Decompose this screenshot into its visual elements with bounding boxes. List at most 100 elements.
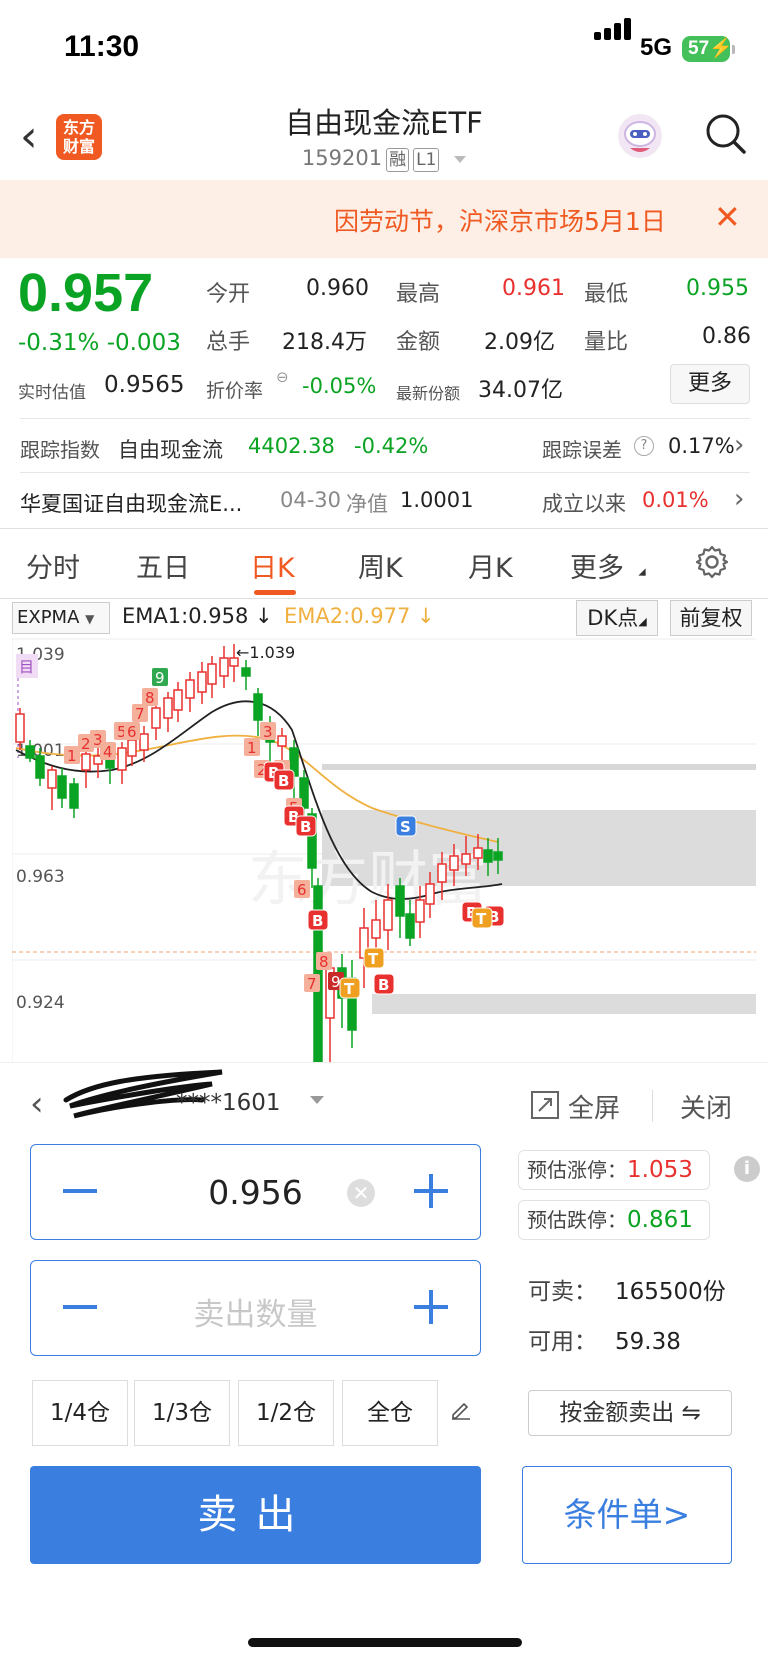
dropdown-icon: ▼ (85, 612, 95, 626)
battery-icon: 57⚡ (682, 36, 735, 62)
open-value: 0.960 (306, 276, 369, 301)
candle-body (139, 733, 149, 751)
account-number[interactable]: ****1601 (176, 1090, 281, 1116)
count-marker-text: 1 (67, 747, 77, 765)
candle-body (219, 657, 229, 677)
more-button[interactable]: 更多 (670, 364, 750, 404)
kline-svg[interactable]: 东方财富 1.039 1.001 0.963 0.924 ←1.039 目 12… (11, 638, 756, 1063)
count-marker-text: 6 (127, 723, 137, 741)
change-value: -0.003 (106, 330, 181, 356)
adjust-button[interactable]: 前复权 (670, 600, 752, 636)
signal-badge-text: B (300, 818, 311, 836)
tab-more-caret-icon (638, 568, 646, 576)
shares-label: 最新份额 (396, 384, 461, 403)
position-third-button[interactable]: 1/3仓 (134, 1380, 230, 1446)
candle-body (25, 745, 35, 759)
count-marker-text: 9 (155, 669, 165, 687)
qty-plus-button-v[interactable] (429, 1290, 433, 1324)
gear-icon[interactable] (694, 544, 730, 584)
clear-icon[interactable]: ✕ (347, 1179, 375, 1207)
available-label: 可用： (528, 1329, 597, 1355)
price-stepper[interactable]: 0.956 ✕ (30, 1144, 481, 1240)
conditional-order-button[interactable]: 条件单> (522, 1466, 732, 1564)
high-label: 最高 (396, 282, 441, 307)
available-row: 可用： 59.38 (528, 1322, 681, 1356)
switch-icon: ⇋ (681, 1400, 701, 1426)
sell-button[interactable]: 卖出 (30, 1466, 481, 1564)
fullscreen-label[interactable]: 全屏 (568, 1088, 620, 1125)
close-panel-button[interactable]: 关闭 (680, 1088, 732, 1125)
indicator-select[interactable]: EXPMA ▼ (12, 602, 110, 634)
position-full-button[interactable]: 全仓 (342, 1380, 438, 1446)
high-value: 0.961 (502, 276, 565, 301)
track-index[interactable]: 自由现金流 (118, 434, 223, 464)
amount-value: 2.09亿 (484, 330, 555, 355)
discount-info-icon[interactable]: ⊖ (276, 368, 289, 386)
candle-body (415, 899, 425, 923)
candle-body (405, 913, 415, 939)
candle-body (47, 769, 57, 789)
notice-close-icon[interactable]: ✕ (714, 198, 741, 236)
divider (20, 472, 750, 473)
quantity-stepper[interactable]: 卖出数量 (30, 1260, 481, 1356)
candle-body (57, 775, 67, 799)
dk-point-button[interactable]: DK点◢ (576, 600, 658, 636)
divider (0, 598, 768, 599)
candle-body (173, 689, 183, 711)
shares-value: 34.07亿 (478, 378, 563, 403)
track-pct: -0.42% (354, 434, 429, 458)
edit-icon[interactable] (450, 1398, 472, 1424)
fullscreen-icon[interactable] (530, 1090, 560, 1124)
fund-nav: 1.0001 (400, 488, 474, 512)
candle-body (15, 713, 25, 743)
candle-body (277, 735, 287, 747)
chevron-right-icon[interactable]: › (734, 484, 744, 514)
tab-five-day[interactable]: 五日 (136, 546, 190, 585)
limit-up-value: 1.053 (627, 1157, 693, 1183)
position-half-button[interactable]: 1/2仓 (238, 1380, 334, 1446)
search-icon[interactable] (704, 112, 748, 160)
price-input[interactable]: 0.956 (31, 1173, 480, 1212)
chevron-right-icon[interactable]: › (734, 430, 744, 460)
ratio-label: 量比 (584, 330, 629, 355)
signal-badge-text: T (476, 910, 487, 928)
fund-nav-label: 净值 (346, 492, 388, 516)
tab-month-k[interactable]: 月K (468, 546, 513, 585)
since-label: 成立以来 (542, 492, 626, 516)
fund-date: 04-30 (280, 488, 342, 512)
count-marker-text: 4 (103, 743, 113, 761)
home-indicator (248, 1638, 522, 1647)
panel-back-button[interactable]: ‹ (30, 1084, 44, 1124)
track-err-label: 跟踪误差 (542, 438, 622, 462)
fund-name[interactable]: 华夏国证自由现金流E... (20, 488, 242, 518)
position-quarter-button[interactable]: 1/4仓 (32, 1380, 128, 1446)
battery-level: 57 (688, 38, 710, 59)
account-dropdown-icon[interactable] (310, 1096, 324, 1104)
count-marker-text: 2 (81, 735, 91, 753)
kline-chart[interactable]: 东方财富 1.039 1.001 0.963 0.924 ←1.039 目 12… (11, 638, 756, 1063)
down-arrow-icon: ↓ (255, 604, 273, 628)
down-arrow-icon: ↓ (417, 604, 435, 628)
count-marker-text: 8 (145, 689, 155, 707)
candle-body (197, 671, 207, 693)
tab-day-k[interactable]: 日K (250, 546, 295, 585)
sell-by-amount-button[interactable]: 按金额卖出 ⇋ (528, 1390, 732, 1436)
signal-badge-text: S (400, 818, 411, 836)
limit-down-value: 0.861 (627, 1207, 693, 1233)
change-pct: -0.31% (18, 330, 100, 356)
tab-minute[interactable]: 分时 (26, 546, 80, 585)
active-tab-indicator (254, 590, 296, 595)
candle-body (383, 899, 393, 931)
candle-body (185, 679, 195, 699)
robot-assistant-icon[interactable] (616, 112, 664, 164)
sellable-row: 可卖： 165500份 (528, 1272, 726, 1306)
candle-body (229, 657, 239, 667)
help-icon[interactable]: ? (634, 436, 654, 456)
tab-more[interactable]: 更多 (570, 546, 624, 585)
info-icon[interactable]: i (734, 1156, 760, 1182)
price-plus-button-v[interactable] (429, 1174, 433, 1208)
quantity-input[interactable]: 卖出数量 (31, 1289, 480, 1334)
count-marker-text: 3 (263, 723, 273, 741)
dropdown-icon: ◢ (638, 615, 647, 628)
tab-week-k[interactable]: 周K (358, 546, 403, 585)
